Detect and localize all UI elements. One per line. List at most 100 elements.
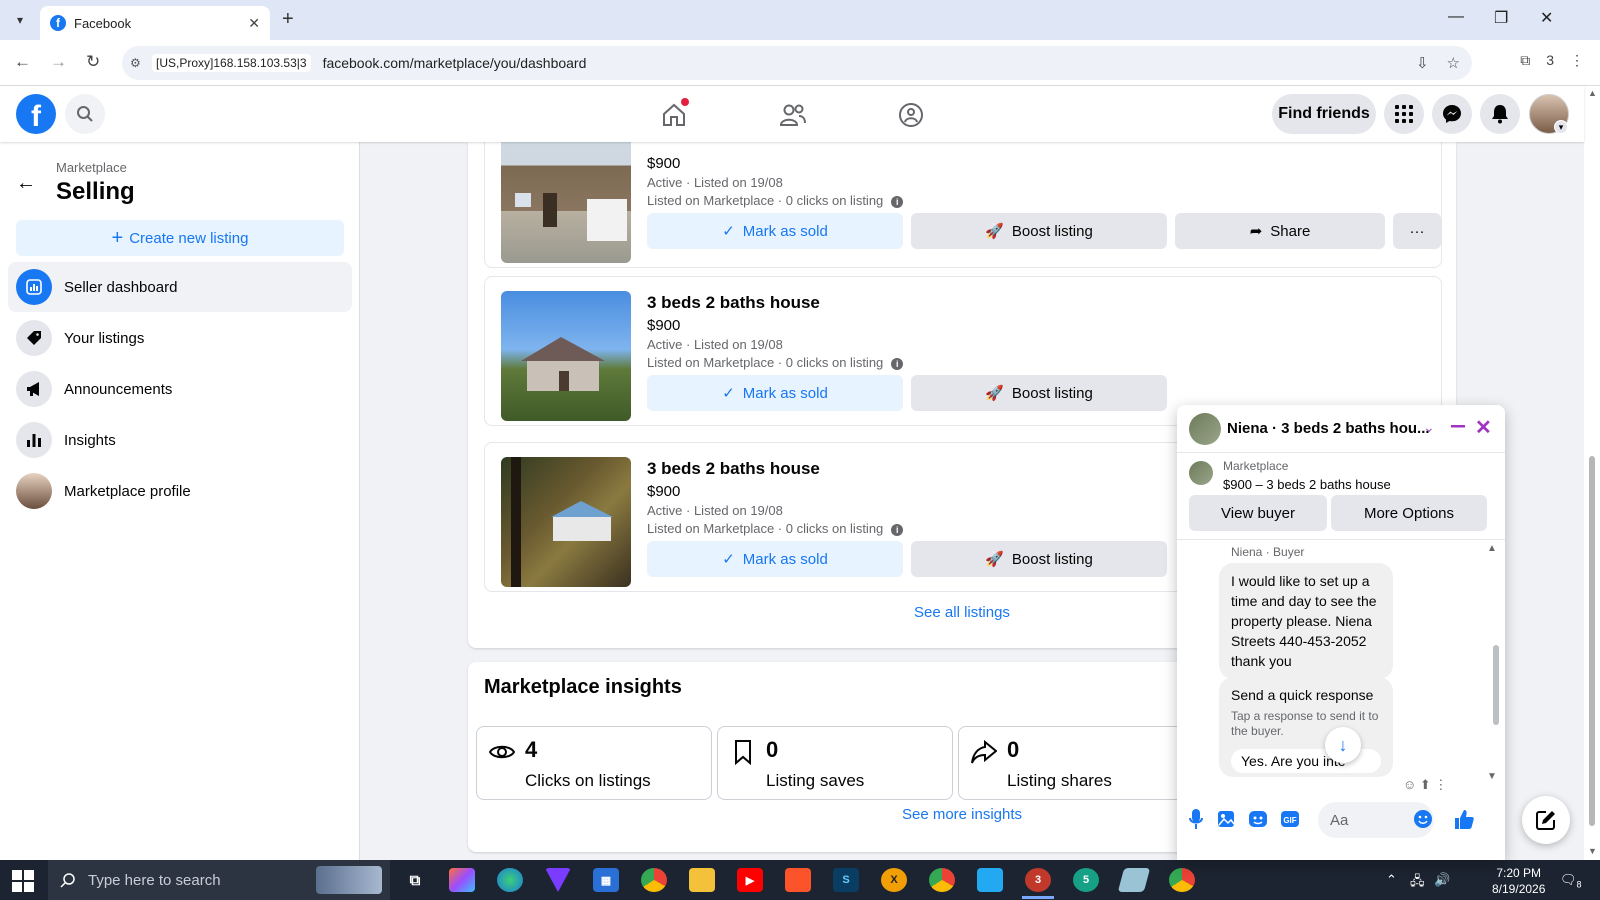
taskbar-search-box[interactable]: Type here to search xyxy=(48,860,390,900)
chat-listing-item[interactable]: $900 – 3 beds 2 baths house xyxy=(1223,477,1391,492)
install-app-icon[interactable]: ⇩ xyxy=(1416,54,1429,72)
home-icon[interactable] xyxy=(657,98,691,132)
facebook-logo-icon[interactable]: f xyxy=(16,94,56,134)
more-options-button[interactable]: ··· xyxy=(1393,213,1441,249)
scroll-up-arrow-icon[interactable]: ▲ xyxy=(1588,88,1597,98)
boost-listing-button[interactable]: 🚀 Boost listing xyxy=(911,375,1167,411)
sidebar-item-marketplace-profile[interactable]: Marketplace profile xyxy=(8,466,352,516)
microphone-icon[interactable] xyxy=(1185,808,1207,830)
minimize-icon[interactable]: — xyxy=(1448,8,1464,26)
edge-icon[interactable] xyxy=(497,868,523,892)
close-chat-icon[interactable]: ✕ xyxy=(1475,415,1492,440)
info-icon[interactable]: i xyxy=(891,196,904,208)
chat-title[interactable]: Niena · 3 beds 2 baths hou... xyxy=(1227,420,1430,437)
bookmark-star-icon[interactable]: ☆ xyxy=(1447,54,1460,72)
listing-item[interactable]: 3 beds 2 baths house $900 Active · Liste… xyxy=(484,276,1442,426)
scroll-up-icon[interactable]: ▲ xyxy=(1487,543,1497,554)
new-message-compose-button[interactable] xyxy=(1522,796,1570,844)
app-s-icon[interactable]: S xyxy=(833,868,859,892)
tray-chevron-icon[interactable]: ⌃ xyxy=(1386,872,1397,888)
sticker-icon[interactable] xyxy=(1247,808,1269,830)
scroll-down-icon[interactable]: ↓ xyxy=(1325,727,1361,763)
mark-as-sold-button[interactable]: ✓ Mark as sold xyxy=(647,213,903,249)
vscode-icon[interactable] xyxy=(977,868,1003,892)
browser-menu-icon[interactable]: ⋮ xyxy=(1570,52,1584,69)
extension-count[interactable]: 3 xyxy=(1546,52,1554,69)
emoji-icon[interactable] xyxy=(1412,808,1434,830)
volume-icon[interactable]: 🔊 xyxy=(1434,872,1450,888)
chevron-down-icon[interactable]: ⌄ xyxy=(1423,419,1435,436)
windows-start-icon[interactable] xyxy=(12,870,34,892)
breadcrumb[interactable]: Marketplace xyxy=(56,160,127,175)
listing-thumbnail[interactable] xyxy=(501,291,631,421)
window-close-icon[interactable]: ✕ xyxy=(1540,8,1553,28)
search-icon[interactable] xyxy=(65,94,105,134)
friends-icon[interactable] xyxy=(776,98,810,132)
restore-icon[interactable]: ❐ xyxy=(1494,8,1508,28)
create-new-listing-button[interactable]: + Create new listing xyxy=(16,220,344,256)
scroll-down-arrow-icon[interactable]: ▼ xyxy=(1487,771,1497,782)
view-buyer-button[interactable]: View buyer xyxy=(1189,495,1327,531)
minimize-chat-icon[interactable] xyxy=(1449,417,1467,435)
listing-thumbnail[interactable] xyxy=(501,133,631,263)
scrollbar-thumb[interactable] xyxy=(1493,645,1499,725)
info-icon[interactable]: i xyxy=(891,524,904,536)
gif-icon[interactable]: GIF xyxy=(1279,808,1301,830)
scrollbar-thumb[interactable] xyxy=(1589,456,1595,826)
boost-listing-button[interactable]: 🚀 Boost listing xyxy=(911,541,1167,577)
youtube-icon[interactable]: ▶ xyxy=(737,868,763,892)
reload-icon[interactable]: ↻ xyxy=(86,52,100,72)
brave-icon[interactable] xyxy=(785,868,811,892)
listing-title[interactable]: 3 beds 2 baths house xyxy=(647,459,820,479)
listing-thumbnail[interactable] xyxy=(501,457,631,587)
chrome-icon[interactable] xyxy=(641,868,667,892)
find-friends-button[interactable]: Find friends xyxy=(1272,94,1376,134)
chat-header[interactable]: Niena · 3 beds 2 baths hou... ⌄ ✕ xyxy=(1177,405,1505,453)
app-x-icon[interactable]: X xyxy=(881,868,907,892)
avatar[interactable] xyxy=(1189,413,1221,445)
menu-grid-icon[interactable] xyxy=(1384,94,1424,134)
messenger-icon[interactable] xyxy=(1432,94,1472,134)
tab-close-icon[interactable]: ✕ xyxy=(248,15,260,32)
thumbs-up-icon[interactable] xyxy=(1453,808,1475,830)
tab-search-icon[interactable]: ▾ xyxy=(8,8,32,32)
stat-saves[interactable]: 0 Listing saves xyxy=(717,726,953,800)
sidebar-item-insights[interactable]: Insights xyxy=(8,415,352,465)
extensions-icon[interactable]: ⧉ xyxy=(1520,52,1530,69)
network-icon[interactable]: 🖧 xyxy=(1410,872,1425,894)
chrome-alt-icon[interactable] xyxy=(1169,868,1195,892)
chrome-red-icon[interactable]: 3 xyxy=(1025,868,1051,892)
chrome-profile-icon[interactable] xyxy=(929,868,955,892)
app-blue-icon[interactable] xyxy=(1117,868,1151,892)
account-chevron-down-icon[interactable]: ▾ xyxy=(1554,120,1568,134)
message-reaction-icons[interactable]: ☺ ⬆ ⋮ xyxy=(1403,777,1447,793)
sidebar-item-announcements[interactable]: Announcements xyxy=(8,364,352,414)
scroll-down-arrow-icon[interactable]: ▼ xyxy=(1588,846,1597,856)
groups-icon[interactable] xyxy=(894,98,928,132)
app-teal-icon[interactable]: 5 xyxy=(1073,868,1099,892)
sidebar-item-your-listings[interactable]: Your listings xyxy=(8,313,352,363)
omnibox[interactable]: ⚙ [US,Proxy]168.158.103.53|3 facebook.co… xyxy=(122,46,1472,80)
forward-icon[interactable]: → xyxy=(50,52,67,72)
task-view-icon[interactable]: ⧉ xyxy=(402,868,428,892)
mark-as-sold-button[interactable]: ✓ Mark as sold xyxy=(647,541,903,577)
back-arrow-icon[interactable]: ← xyxy=(16,172,36,195)
file-explorer-icon[interactable] xyxy=(689,868,715,892)
photo-icon[interactable] xyxy=(1215,808,1237,830)
copilot-icon[interactable] xyxy=(449,868,475,892)
stat-clicks[interactable]: 4 Clicks on listings xyxy=(476,726,712,800)
sidebar-item-seller-dashboard[interactable]: Seller dashboard xyxy=(8,262,352,312)
url-text[interactable]: facebook.com/marketplace/you/dashboard xyxy=(323,55,587,71)
listing-title[interactable]: 3 beds 2 baths house xyxy=(647,293,820,313)
store-icon[interactable]: ▦ xyxy=(593,868,619,892)
site-info-icon[interactable]: ⚙ xyxy=(130,56,148,70)
boost-listing-button[interactable]: 🚀 Boost listing xyxy=(911,213,1167,249)
more-options-button[interactable]: More Options xyxy=(1331,495,1487,531)
system-clock[interactable]: 7:20 PM 8/19/2026 xyxy=(1492,865,1545,897)
back-icon[interactable]: ← xyxy=(14,52,31,72)
notifications-bell-icon[interactable] xyxy=(1480,94,1520,134)
browser-tab[interactable]: f Facebook ✕ xyxy=(40,6,270,40)
new-tab-icon[interactable]: + xyxy=(282,8,294,31)
share-button[interactable]: ➦ Share xyxy=(1175,213,1385,249)
stat-shares[interactable]: 0 Listing shares xyxy=(958,726,1194,800)
